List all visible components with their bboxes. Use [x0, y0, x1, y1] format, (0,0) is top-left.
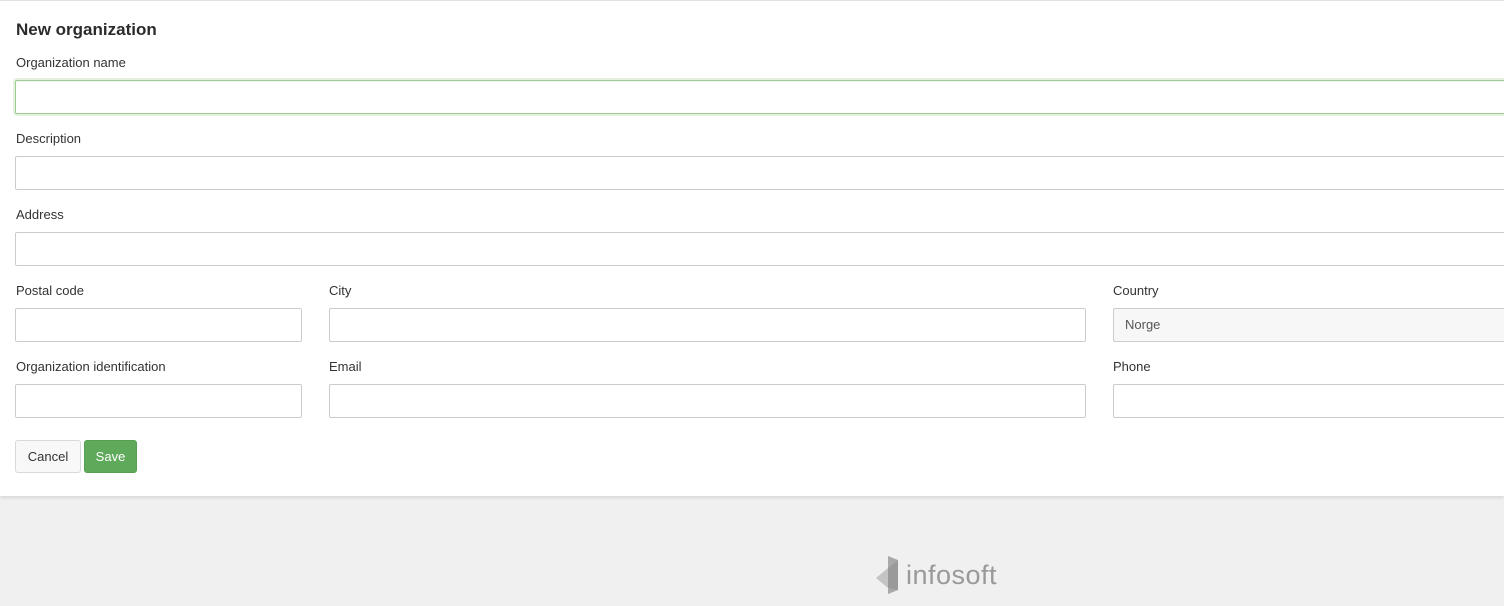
email-label: Email: [329, 359, 362, 374]
country-selected-value: Norge: [1125, 317, 1161, 332]
postal-code-label: Postal code: [16, 283, 84, 298]
save-button[interactable]: Save: [84, 440, 137, 473]
organization-name-label: Organization name: [16, 55, 126, 70]
email-input[interactable]: [329, 384, 1086, 418]
description-input[interactable]: [15, 156, 1504, 190]
new-organization-form: New organization Organization name Descr…: [0, 0, 1504, 496]
phone-input[interactable]: [1113, 384, 1504, 418]
city-label: City: [329, 283, 352, 298]
city-input[interactable]: [329, 308, 1086, 342]
organization-identification-input[interactable]: [15, 384, 302, 418]
address-label: Address: [16, 207, 64, 222]
country-label: Country: [1113, 283, 1159, 298]
infosoft-logo: infosoft: [876, 555, 997, 595]
cancel-button[interactable]: Cancel: [15, 440, 81, 473]
infosoft-logo-text: infosoft: [906, 560, 998, 590]
organization-name-input[interactable]: [15, 80, 1504, 114]
phone-label: Phone: [1113, 359, 1151, 374]
postal-code-input[interactable]: [15, 308, 302, 342]
description-label: Description: [16, 131, 82, 146]
address-input[interactable]: [15, 232, 1504, 266]
country-select[interactable]: Norge: [1113, 308, 1504, 342]
organization-identification-label: Organization identification: [16, 359, 166, 374]
infosoft-logo-icon: [876, 556, 898, 594]
page-title: New organization: [16, 20, 157, 39]
